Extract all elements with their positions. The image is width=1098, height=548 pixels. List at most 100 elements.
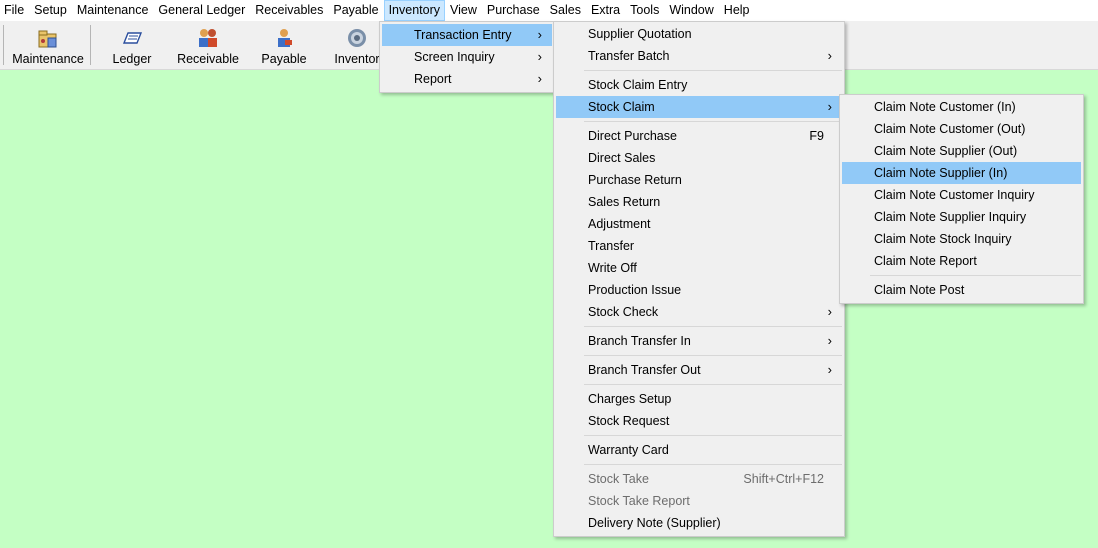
menu-item-label: Transfer Batch bbox=[588, 49, 670, 63]
menu-receivables[interactable]: Receivables bbox=[250, 0, 328, 21]
menu-purchase[interactable]: Purchase bbox=[482, 0, 545, 21]
menu-item-label: Stock Claim bbox=[588, 100, 655, 114]
payable-button[interactable]: Payable bbox=[252, 21, 316, 69]
menu-help[interactable]: Help bbox=[719, 0, 755, 21]
menu-item-stock-claim[interactable]: Stock Claim › bbox=[556, 96, 842, 118]
shortcut-label: F9 bbox=[809, 129, 824, 143]
menu-item-claim-note-customer-out[interactable]: Claim Note Customer (Out) bbox=[842, 118, 1081, 140]
chevron-right-icon: › bbox=[537, 71, 542, 86]
inventory-menu: Transaction Entry › Screen Inquiry › Report › bbox=[379, 21, 555, 93]
transaction-entry-menu: Supplier Quotation Transfer Batch › Stock C… bbox=[553, 21, 845, 537]
menu-item-claim-note-supplier-out[interactable]: Claim Note Supplier (Out) bbox=[842, 140, 1081, 162]
menu-item-purchase-return[interactable]: Purchase Return bbox=[556, 169, 842, 191]
menu-item-delivery-note-supplier[interactable]: Delivery Note (Supplier) bbox=[556, 512, 842, 534]
menu-item-label: Claim Note Customer (In) bbox=[874, 100, 1016, 114]
menu-item-claim-note-report[interactable]: Claim Note Report bbox=[842, 250, 1081, 272]
menu-separator bbox=[584, 435, 842, 436]
menu-item-supplier-quotation[interactable]: Supplier Quotation bbox=[556, 23, 842, 45]
menu-item-warranty-card[interactable]: Warranty Card bbox=[556, 439, 842, 461]
chevron-right-icon: › bbox=[827, 304, 832, 319]
menu-item-branch-transfer-out[interactable]: Branch Transfer Out › bbox=[556, 359, 842, 381]
menu-item-charges-setup[interactable]: Charges Setup bbox=[556, 388, 842, 410]
menu-item-label: Purchase Return bbox=[588, 173, 682, 187]
menu-item-transfer[interactable]: Transfer bbox=[556, 235, 842, 257]
menu-item-direct-purchase[interactable]: Direct Purchase F9 bbox=[556, 125, 842, 147]
menu-extra[interactable]: Extra bbox=[586, 0, 625, 21]
menu-item-adjustment[interactable]: Adjustment bbox=[556, 213, 842, 235]
menu-item-label: Direct Purchase bbox=[588, 129, 677, 143]
menu-general-ledger[interactable]: General Ledger bbox=[153, 0, 250, 21]
menu-sales[interactable]: Sales bbox=[545, 0, 586, 21]
menu-item-label: Supplier Quotation bbox=[588, 27, 692, 41]
toolbar-divider bbox=[90, 25, 91, 65]
menu-item-label: Stock Claim Entry bbox=[588, 78, 688, 92]
menu-separator bbox=[584, 464, 842, 465]
menu-file[interactable]: File bbox=[0, 0, 29, 21]
chevron-right-icon: › bbox=[827, 333, 832, 348]
menu-item-stock-request[interactable]: Stock Request bbox=[556, 410, 842, 432]
payable-label: Payable bbox=[261, 52, 307, 66]
menu-window[interactable]: Window bbox=[664, 0, 718, 21]
maintenance-button[interactable]: Maintenance bbox=[8, 21, 88, 69]
menu-item-label: Screen Inquiry bbox=[414, 50, 495, 64]
menu-separator bbox=[584, 121, 842, 122]
menu-setup[interactable]: Setup bbox=[29, 0, 72, 21]
menu-separator bbox=[584, 384, 842, 385]
menu-item-label: Branch Transfer Out bbox=[588, 363, 701, 377]
menu-item-label: Claim Note Stock Inquiry bbox=[874, 232, 1012, 246]
maintenance-label: Maintenance bbox=[12, 52, 84, 66]
menu-item-stock-check[interactable]: Stock Check › bbox=[556, 301, 842, 323]
menu-item-label: Adjustment bbox=[588, 217, 651, 231]
menu-item-claim-note-stock-inquiry[interactable]: Claim Note Stock Inquiry bbox=[842, 228, 1081, 250]
inventory-button[interactable]: Inventor bbox=[330, 21, 384, 69]
menu-separator bbox=[584, 355, 842, 356]
ledger-icon bbox=[122, 32, 143, 44]
menu-item-production-issue[interactable]: Production Issue bbox=[556, 279, 842, 301]
ledger-button[interactable]: Ledger bbox=[100, 21, 164, 69]
menu-item-direct-sales[interactable]: Direct Sales bbox=[556, 147, 842, 169]
menu-item-transfer-batch[interactable]: Transfer Batch › bbox=[556, 45, 842, 67]
menu-item-stock-claim-entry[interactable]: Stock Claim Entry bbox=[556, 74, 842, 96]
menu-item-claim-note-customer-inquiry[interactable]: Claim Note Customer Inquiry bbox=[842, 184, 1081, 206]
chevron-right-icon: › bbox=[827, 48, 832, 63]
menu-tools[interactable]: Tools bbox=[625, 0, 664, 21]
receivable-label: Receivable bbox=[177, 52, 239, 66]
menu-maintenance[interactable]: Maintenance bbox=[72, 0, 154, 21]
menu-item-sales-return[interactable]: Sales Return bbox=[556, 191, 842, 213]
gear-icon bbox=[348, 29, 366, 47]
menu-payable[interactable]: Payable bbox=[328, 0, 383, 21]
menu-item-label: Claim Note Supplier (In) bbox=[874, 166, 1008, 180]
menu-separator bbox=[870, 275, 1081, 276]
menu-item-label: Claim Note Report bbox=[874, 254, 977, 268]
menu-item-screen-inquiry[interactable]: Screen Inquiry › bbox=[382, 46, 552, 68]
menu-item-label: Sales Return bbox=[588, 195, 661, 209]
maintenance-icon bbox=[38, 30, 57, 48]
menu-item-label: Claim Note Supplier (Out) bbox=[874, 144, 1018, 158]
menu-item-report[interactable]: Report › bbox=[382, 68, 552, 90]
menu-item-label: Claim Note Customer (Out) bbox=[874, 122, 1026, 136]
menu-item-label: Stock Request bbox=[588, 414, 670, 428]
menu-item-transaction-entry[interactable]: Transaction Entry › bbox=[382, 24, 552, 46]
inventory-label: Inventor bbox=[334, 52, 380, 66]
menu-item-claim-note-supplier-inquiry[interactable]: Claim Note Supplier Inquiry bbox=[842, 206, 1081, 228]
menu-item-label: Transaction Entry bbox=[414, 28, 512, 42]
menu-separator bbox=[584, 70, 842, 71]
menu-item-write-off[interactable]: Write Off bbox=[556, 257, 842, 279]
menu-item-branch-transfer-in[interactable]: Branch Transfer In › bbox=[556, 330, 842, 352]
menu-item-label: Transfer bbox=[588, 239, 635, 253]
payable-icon bbox=[278, 29, 292, 47]
menu-item-label: Claim Note Post bbox=[874, 283, 965, 297]
chevron-right-icon: › bbox=[537, 27, 542, 42]
menu-view[interactable]: View bbox=[445, 0, 482, 21]
menu-item-claim-note-customer-in[interactable]: Claim Note Customer (In) bbox=[842, 96, 1081, 118]
menu-item-claim-note-supplier-in[interactable]: Claim Note Supplier (In) bbox=[842, 162, 1081, 184]
receivable-button[interactable]: Receivable bbox=[176, 21, 240, 69]
menu-bar: File Setup Maintenance General Ledger Receiv… bbox=[0, 0, 1098, 21]
menu-item-label: Delivery Note (Supplier) bbox=[588, 516, 721, 530]
menu-inventory[interactable]: Inventory bbox=[383, 0, 445, 21]
toolbar-grip bbox=[3, 25, 4, 65]
menu-item-stock-take[interactable]: Stock Take Shift+Ctrl+F12 bbox=[556, 468, 842, 490]
menu-item-stock-take-report[interactable]: Stock Take Report bbox=[556, 490, 842, 512]
menu-item-claim-note-post[interactable]: Claim Note Post bbox=[842, 279, 1081, 301]
ledger-label: Ledger bbox=[112, 52, 152, 66]
